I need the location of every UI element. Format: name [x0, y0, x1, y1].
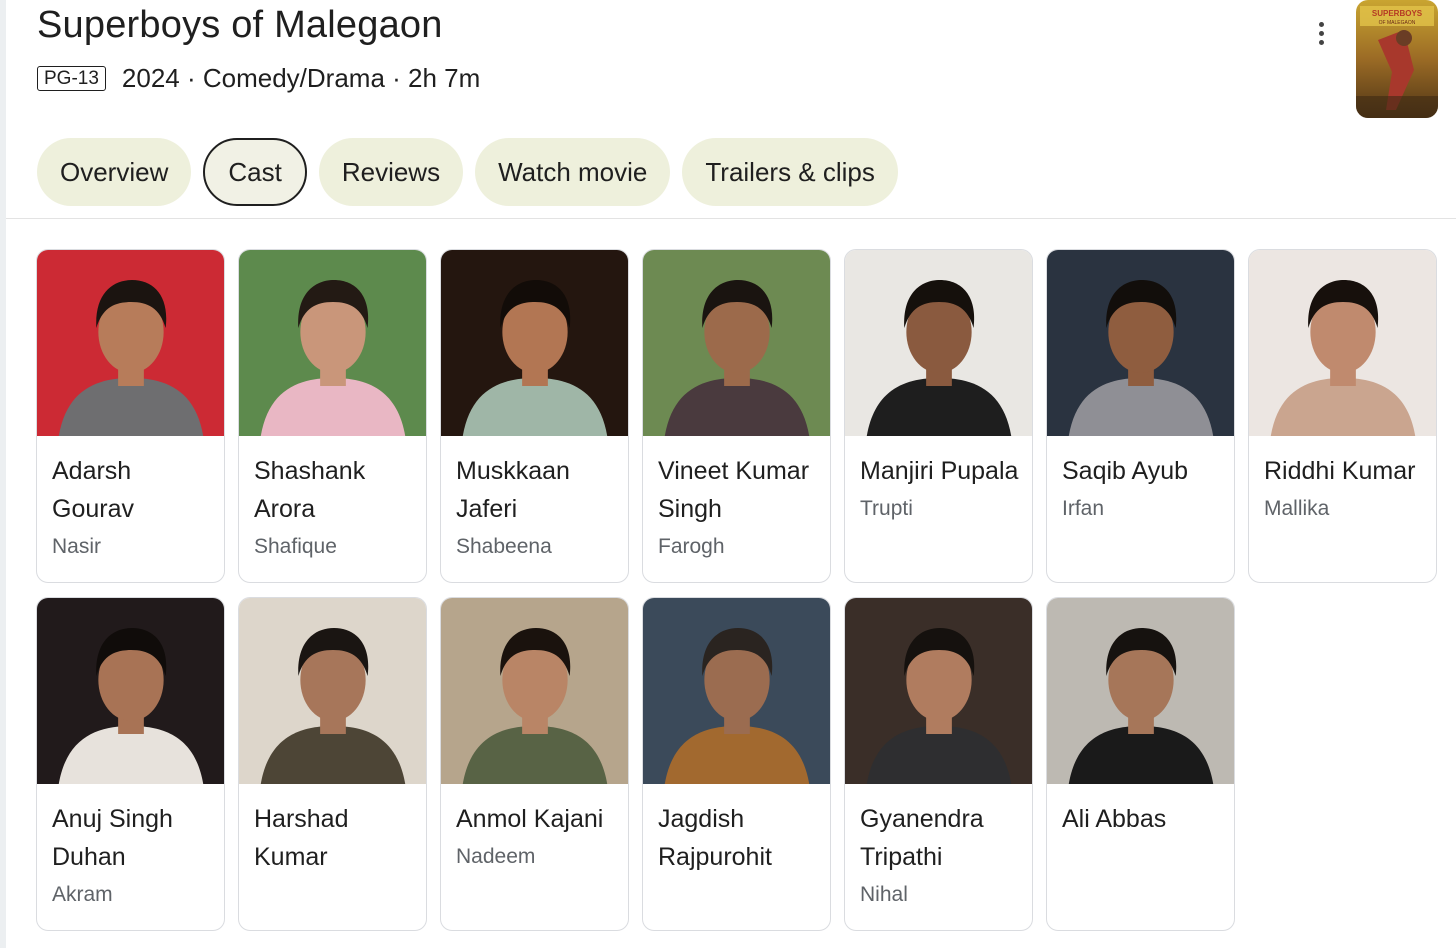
cast-names: Manjiri Pupala Trupti	[845, 436, 1032, 524]
cast-photo	[643, 250, 830, 436]
character-name: Shabeena	[456, 535, 552, 558]
cast-photo	[845, 250, 1032, 436]
actor-name: Gyanendra Tripathi	[860, 805, 984, 871]
cast-card[interactable]: Harshad Kumar	[238, 597, 427, 931]
cast-card[interactable]: Vineet Kumar Singh Farogh	[642, 249, 831, 583]
tab-cast[interactable]: Cast	[203, 138, 307, 206]
actor-name: Manjiri Pupala	[860, 457, 1019, 485]
character-name: Nadeem	[456, 845, 536, 868]
cast-names: Anmol Kajani Nadeem	[441, 784, 628, 872]
cast-card[interactable]: Anuj Singh Duhan Akram	[36, 597, 225, 931]
rating-badge: PG-13	[37, 65, 106, 91]
cast-photo	[1047, 598, 1234, 784]
movie-poster[interactable]: SUPERBOYS OF MALEGAON	[1356, 0, 1438, 118]
actor-name: Adarsh Gourav	[52, 457, 134, 523]
cast-photo	[239, 250, 426, 436]
cast-card[interactable]: Shashank Arora Shafique	[238, 249, 427, 583]
svg-text:SUPERBOYS: SUPERBOYS	[1372, 9, 1423, 18]
cast-card[interactable]: Muskkaan Jaferi Shabeena	[440, 249, 629, 583]
cast-names: Gyanendra Tripathi Nihal	[845, 784, 1032, 910]
cast-names: Riddhi Kumar Mallika	[1249, 436, 1436, 524]
actor-name: Saqib Ayub	[1062, 457, 1189, 485]
character-name: Akram	[52, 883, 113, 906]
movie-info: 2024 · Comedy/Drama · 2h 7m	[121, 62, 481, 93]
cast-card[interactable]: Adarsh Gourav Nasir	[36, 249, 225, 583]
tab-overview[interactable]: Overview	[37, 138, 192, 206]
actor-name: Anuj Singh Duhan	[52, 805, 173, 871]
cast-names: Ali Abbas	[1047, 784, 1234, 838]
tab-reviews[interactable]: Reviews	[318, 138, 464, 206]
cast-grid: Adarsh Gourav Nasir Shashank Arora Shafique…	[36, 249, 1437, 931]
character-name: Irfan	[1062, 497, 1105, 520]
actor-name: Vineet Kumar Singh	[658, 457, 810, 523]
character-name: Trupti	[860, 497, 913, 520]
actor-name: Riddhi Kumar	[1264, 457, 1416, 485]
tab-trailers-clips[interactable]: Trailers & clips	[682, 138, 898, 206]
left-edge	[0, 0, 6, 948]
more-options-icon[interactable]	[1306, 16, 1336, 50]
cast-names: Muskkaan Jaferi Shabeena	[441, 436, 628, 562]
cast-photo	[441, 598, 628, 784]
poster-image: SUPERBOYS OF MALEGAON	[1356, 0, 1438, 118]
cast-photo	[37, 598, 224, 784]
cast-card[interactable]: Anmol Kajani Nadeem	[440, 597, 629, 931]
character-name: Mallika	[1264, 497, 1330, 520]
movie-meta: PG-13 2024 · Comedy/Drama · 2h 7m	[37, 60, 480, 96]
character-name: Farogh	[658, 535, 725, 558]
cast-names: Adarsh Gourav Nasir	[37, 436, 224, 562]
character-name: Nihal	[860, 883, 908, 906]
actor-name: Harshad Kumar	[254, 805, 349, 871]
cast-card[interactable]: Riddhi Kumar Mallika	[1248, 249, 1437, 583]
movie-title: Superboys of Malegaon	[37, 4, 443, 46]
cast-card[interactable]: Saqib Ayub Irfan	[1046, 249, 1235, 583]
tab-watch-movie[interactable]: Watch movie	[475, 138, 671, 206]
actor-name: Jagdish Rajpurohit	[658, 805, 772, 871]
cast-names: Harshad Kumar	[239, 784, 426, 876]
cast-photo	[643, 598, 830, 784]
cast-names: Jagdish Rajpurohit	[643, 784, 830, 876]
cast-photo	[845, 598, 1032, 784]
cast-photo	[1047, 250, 1234, 436]
cast-card[interactable]: Jagdish Rajpurohit	[642, 597, 831, 931]
character-name: Shafique	[254, 535, 337, 558]
actor-name: Shashank Arora	[254, 457, 366, 523]
cast-photo	[1249, 250, 1436, 436]
cast-card[interactable]: Manjiri Pupala Trupti	[844, 249, 1033, 583]
cast-names: Anuj Singh Duhan Akram	[37, 784, 224, 910]
tab-bar: Overview Cast Reviews Watch movie Traile…	[37, 138, 898, 206]
character-name: Nasir	[52, 535, 102, 558]
cast-photo	[239, 598, 426, 784]
actor-name: Ali Abbas	[1062, 805, 1167, 833]
actor-name: Anmol Kajani	[456, 805, 604, 833]
cast-names: Saqib Ayub Irfan	[1047, 436, 1234, 524]
cast-photo	[37, 250, 224, 436]
cast-card[interactable]: Ali Abbas	[1046, 597, 1235, 931]
actor-name: Muskkaan Jaferi	[456, 457, 570, 523]
cast-photo	[441, 250, 628, 436]
cast-names: Shashank Arora Shafique	[239, 436, 426, 562]
cast-names: Vineet Kumar Singh Farogh	[643, 436, 830, 562]
divider	[6, 218, 1456, 219]
svg-text:OF MALEGAON: OF MALEGAON	[1379, 20, 1416, 26]
cast-card[interactable]: Gyanendra Tripathi Nihal	[844, 597, 1033, 931]
